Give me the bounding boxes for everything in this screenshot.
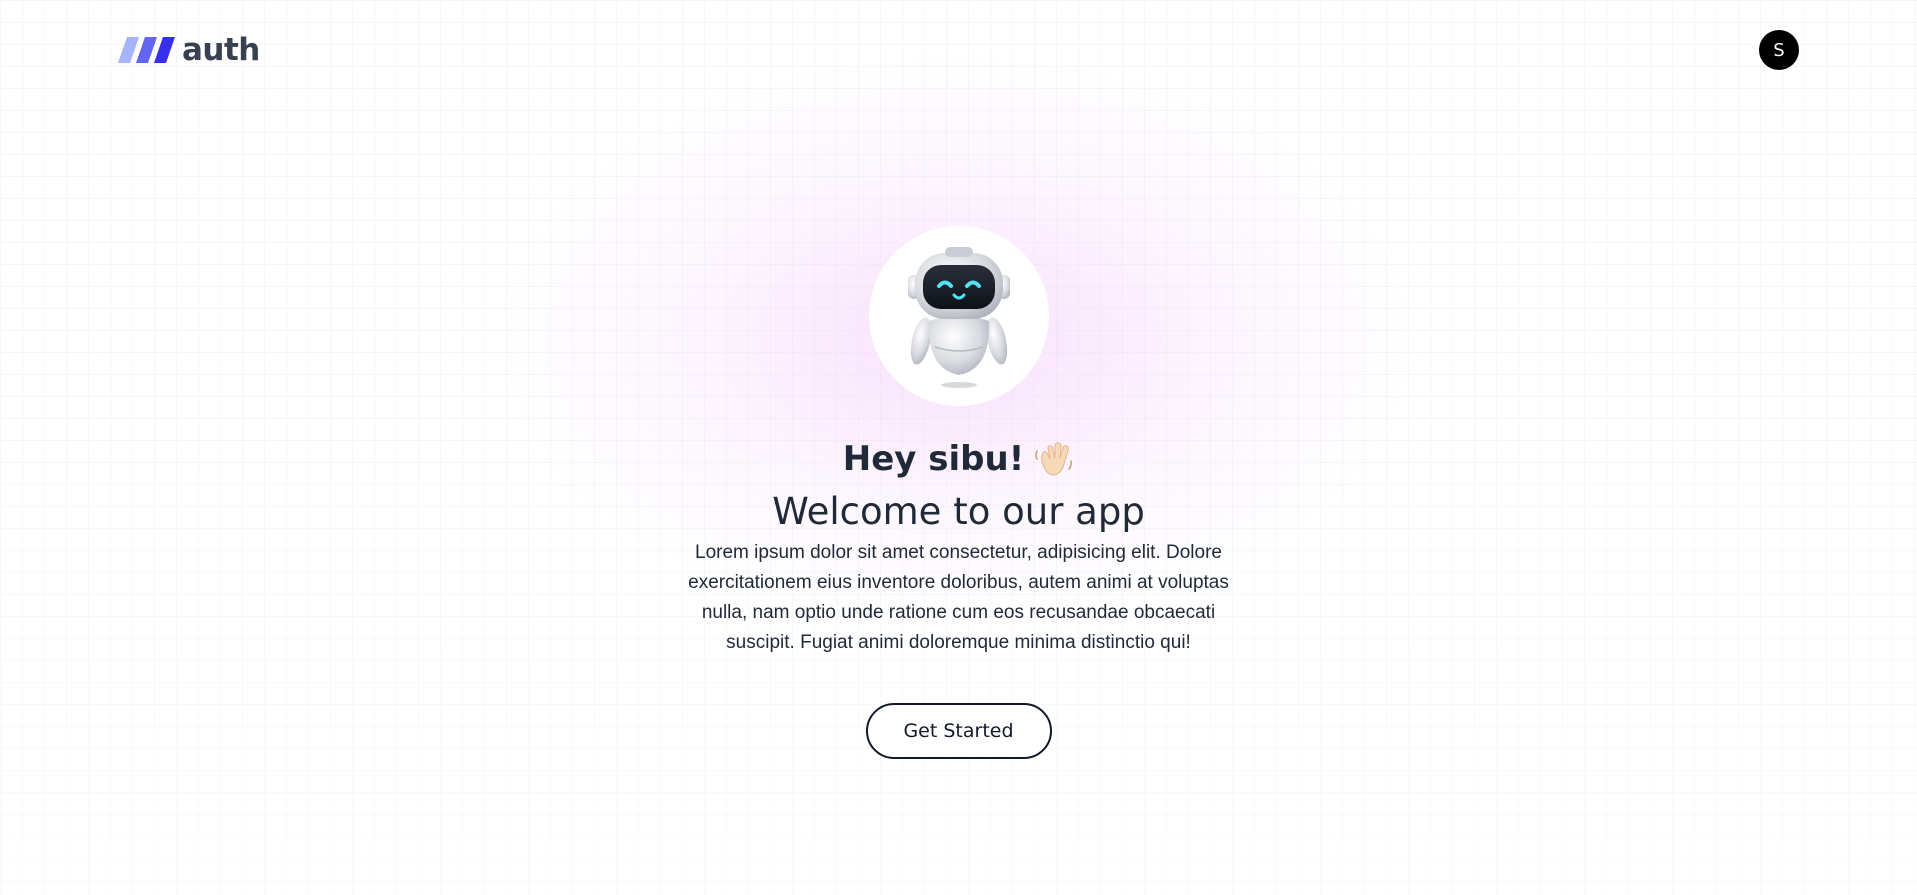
robot-icon <box>907 247 1010 388</box>
robot-avatar-circle <box>868 226 1049 406</box>
user-avatar[interactable]: S <box>1759 30 1799 70</box>
avatar-initial: S <box>1773 39 1785 61</box>
waving-hand-icon <box>1035 442 1073 476</box>
hero-section: Hey sibu! Welcome to our app Lorem ipsum… <box>0 226 1917 760</box>
welcome-title: Welcome to our app <box>772 490 1145 533</box>
greeting-heading: Hey sibu! <box>843 436 1074 482</box>
brand-name: auth <box>182 31 260 68</box>
greeting-text: Hey sibu! <box>842 439 1025 479</box>
hero-description: Lorem ipsum dolor sit amet consectetur, … <box>688 542 1229 654</box>
page: auth S Hey sibu! Welcome to our app Lore… <box>0 0 1917 895</box>
slanted-bars-logo-icon <box>118 37 175 63</box>
brand-logo-link[interactable]: auth <box>118 31 260 68</box>
get-started-button[interactable]: Get Started <box>865 703 1052 760</box>
top-header: auth S <box>118 30 1799 70</box>
